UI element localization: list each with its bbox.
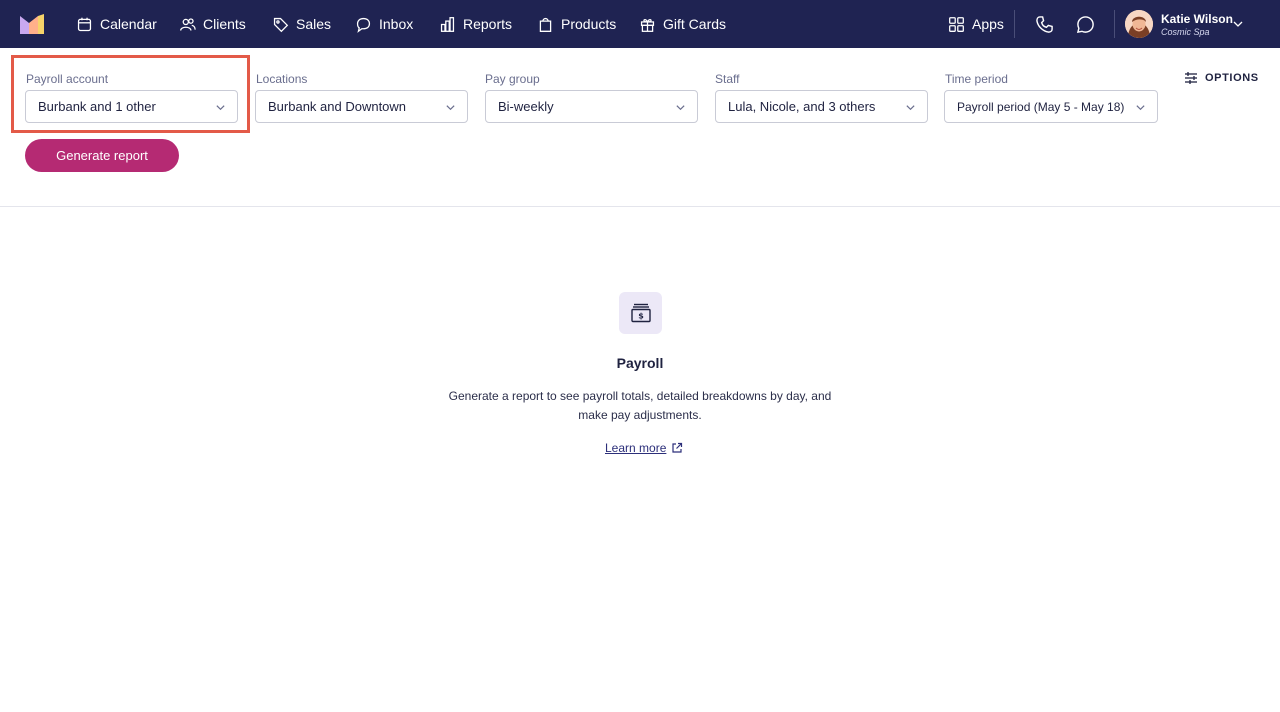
phone-button[interactable]: [1032, 12, 1056, 36]
empty-state-description: Generate a report to see payroll totals,…: [448, 389, 832, 422]
staff-value: Lula, Nicole, and 3 others: [728, 99, 876, 114]
staff-select[interactable]: Lula, Nicole, and 3 others: [715, 90, 928, 123]
money-stack-icon: $: [630, 303, 651, 323]
pay-group-label: Pay group: [485, 72, 540, 86]
user-name[interactable]: Katie Wilson: [1161, 12, 1233, 26]
nav-clients[interactable]: Clients: [179, 0, 246, 48]
nav-gift-cards[interactable]: Gift Cards: [639, 0, 726, 48]
time-period-value: Payroll period (May 5 - May 18): [957, 99, 1125, 114]
nav-divider: [1114, 10, 1115, 38]
calendar-icon: [77, 17, 92, 31]
payroll-icon-tile: $: [619, 292, 662, 334]
nav-apps[interactable]: Apps: [948, 0, 1004, 48]
nav-sales-label: Sales: [296, 16, 332, 32]
learn-more-label: Learn more: [605, 441, 667, 455]
nav-calendar[interactable]: Calendar: [76, 0, 157, 48]
chat-bubble-icon: [356, 17, 371, 33]
avatar-photo-icon: [1125, 10, 1153, 38]
user-organization[interactable]: Cosmic Spa: [1161, 27, 1210, 37]
time-period-label: Time period: [945, 72, 1008, 86]
nav-products[interactable]: Products: [537, 0, 616, 48]
learn-more-link[interactable]: Learn more: [605, 441, 683, 455]
nav-sales[interactable]: Sales: [272, 0, 331, 48]
nav-inbox[interactable]: Inbox: [355, 0, 413, 48]
highlight-annotation: [11, 55, 250, 133]
brand-logo-icon[interactable]: [20, 14, 44, 34]
chevron-down-icon: [446, 105, 455, 111]
pay-group-select[interactable]: Bi-weekly: [485, 90, 698, 123]
pay-group-value: Bi-weekly: [498, 99, 554, 114]
generate-report-button[interactable]: Generate report: [25, 139, 179, 172]
phone-icon: [1035, 15, 1053, 33]
chevron-down-icon: [676, 105, 685, 111]
message-circle-icon: [1076, 15, 1094, 33]
locations-label: Locations: [256, 72, 308, 86]
empty-state-title: Payroll: [616, 355, 664, 371]
messages-button[interactable]: [1073, 12, 1097, 36]
chevron-down-icon: [1136, 105, 1145, 111]
nav-products-label: Products: [561, 16, 617, 32]
nav-clients-label: Clients: [203, 16, 246, 32]
locations-select[interactable]: Burbank and Downtown: [255, 90, 468, 123]
apps-grid-icon: [949, 16, 964, 32]
avatar[interactable]: [1125, 10, 1153, 38]
options-button[interactable]: OPTIONS: [1184, 70, 1259, 86]
external-link-icon: [672, 442, 683, 453]
bar-chart-icon: [440, 16, 455, 32]
top-nav: Calendar Clients Sales Inbox Reports Pro…: [0, 0, 1280, 48]
nav-reports-label: Reports: [463, 16, 513, 32]
nav-divider: [1014, 10, 1015, 38]
chevron-down-icon[interactable]: [1232, 18, 1244, 30]
nav-calendar-label: Calendar: [100, 16, 157, 32]
locations-value: Burbank and Downtown: [268, 99, 407, 114]
nav-gift-cards-label: Gift Cards: [663, 16, 727, 32]
sliders-icon: [1185, 72, 1197, 84]
tag-icon: [273, 17, 289, 32]
options-label: OPTIONS: [1205, 72, 1259, 84]
users-icon: [180, 17, 196, 31]
chevron-down-icon: [906, 105, 915, 111]
gift-icon: [640, 18, 655, 32]
section-divider: [0, 206, 1280, 207]
nav-apps-label: Apps: [972, 16, 1004, 32]
staff-label: Staff: [715, 72, 740, 86]
time-period-select[interactable]: Payroll period (May 5 - May 18): [944, 90, 1158, 123]
nav-reports[interactable]: Reports: [439, 0, 512, 48]
shopping-bag-icon: [539, 17, 552, 32]
svg-text:$: $: [638, 312, 644, 321]
nav-inbox-label: Inbox: [379, 16, 414, 32]
